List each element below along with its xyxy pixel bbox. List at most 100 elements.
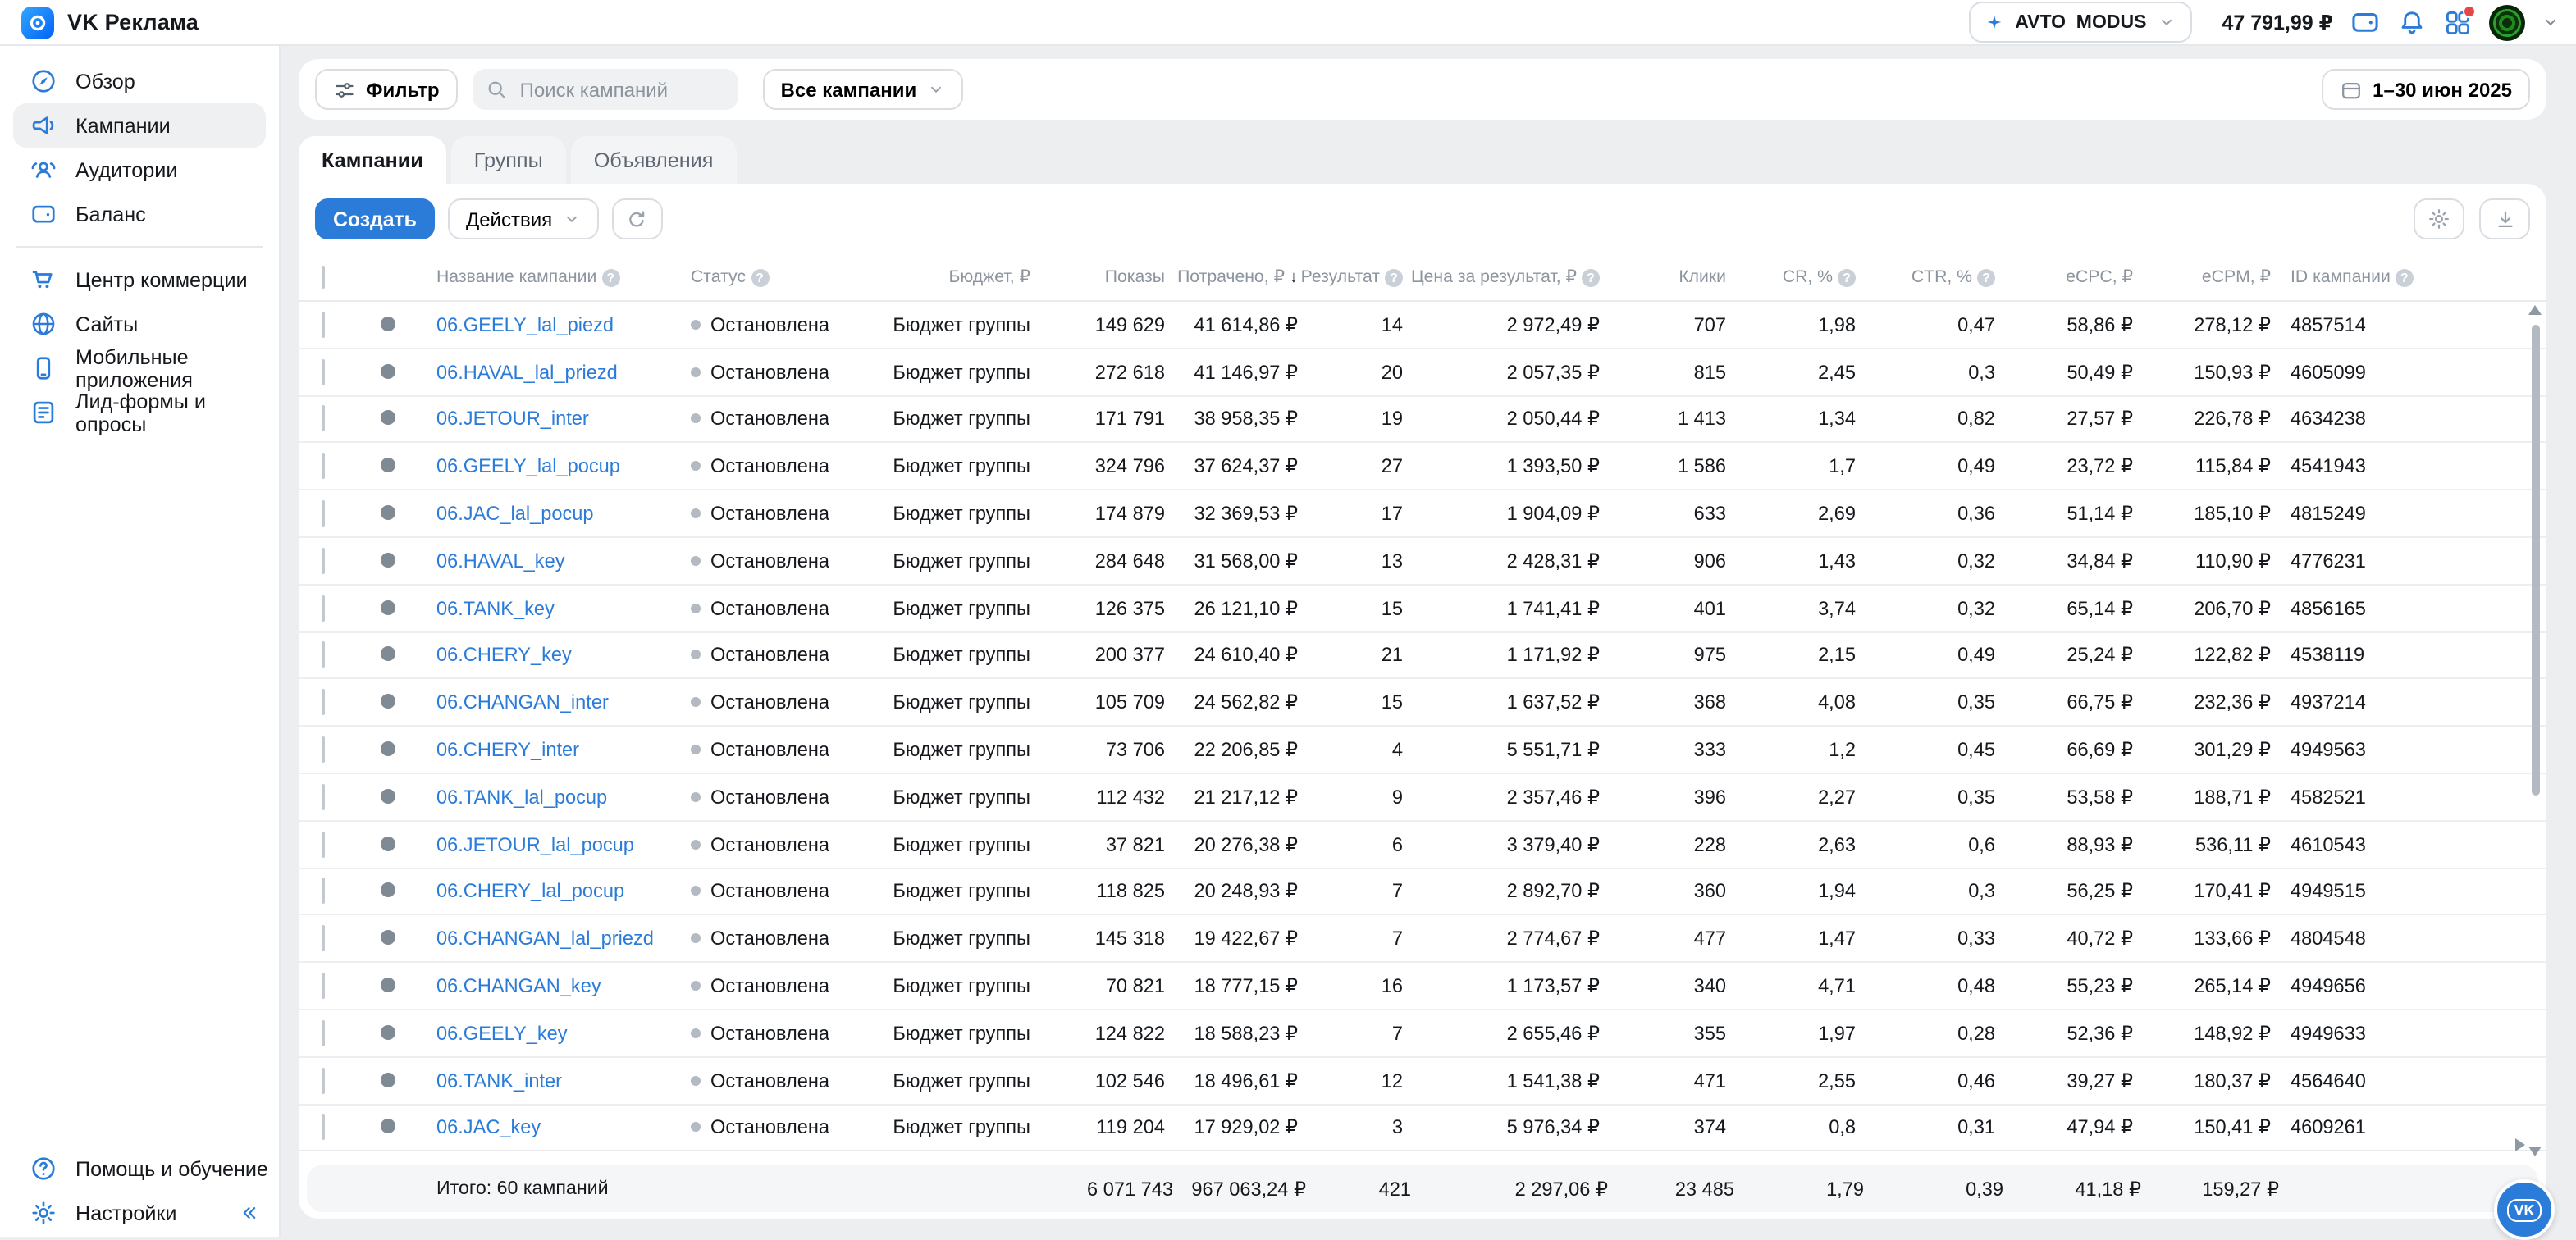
col-campaign-name[interactable]: Название кампании (436, 267, 596, 287)
row-checkbox[interactable] (322, 358, 325, 385)
info-icon[interactable]: ? (1385, 268, 1403, 286)
export-download-button[interactable] (2479, 198, 2530, 239)
row-checkbox[interactable] (322, 1067, 325, 1093)
info-icon[interactable]: ? (751, 268, 769, 286)
col-ecpc[interactable]: eCPC, ₽ (1995, 267, 2133, 287)
row-checkbox[interactable] (322, 878, 325, 905)
col-shows[interactable]: Показы (1030, 267, 1165, 287)
sidebar-item-sites[interactable]: Сайты (0, 302, 279, 346)
search-input[interactable] (517, 76, 725, 103)
collapse-sidebar-icon[interactable] (238, 1202, 259, 1224)
sidebar-item-overview[interactable]: Обзор (0, 59, 279, 103)
row-checkbox[interactable] (322, 926, 325, 952)
tab-groups[interactable]: Группы (451, 136, 566, 184)
campaign-name-link[interactable]: 06.TANK_key (436, 596, 555, 619)
row-checkbox[interactable] (322, 406, 325, 432)
campaign-name-link[interactable]: 06.CHANGAN_lal_priezd (436, 928, 654, 951)
row-checkbox[interactable] (322, 454, 325, 480)
col-budget[interactable]: Бюджет, ₽ (840, 267, 1030, 287)
account-selector[interactable]: AVTO_MODUS (1969, 2, 2192, 43)
col-ecpm[interactable]: eCPM, ₽ (2133, 267, 2271, 287)
profile-chevron-icon[interactable] (2542, 13, 2560, 31)
col-campaign-id[interactable]: ID кампании (2291, 267, 2391, 287)
row-checkbox[interactable] (322, 690, 325, 716)
col-spent[interactable]: Потрачено, ₽ (1177, 267, 1285, 287)
col-status[interactable]: Статус (691, 267, 746, 287)
campaign-name-link[interactable]: 06.HAVAL_key (436, 549, 565, 572)
campaign-name-link[interactable]: 06.CHANGAN_key (436, 974, 601, 997)
budget-cell: Бюджет группы (840, 360, 1030, 383)
filter-button[interactable]: Фильтр (315, 69, 458, 110)
select-all-checkbox[interactable] (322, 266, 325, 289)
campaign-scope-select[interactable]: Все кампании (763, 69, 963, 110)
info-icon[interactable]: ? (1838, 268, 1856, 286)
refresh-button[interactable] (611, 198, 662, 239)
info-icon[interactable]: ? (2396, 268, 2414, 286)
sidebar-item-lead-forms[interactable]: Лид-формы и опросы (0, 390, 279, 435)
create-button[interactable]: Создать (315, 198, 435, 239)
support-chat-bubble[interactable]: VK (2494, 1179, 2555, 1240)
campaign-name-link[interactable]: 06.JAC_key (436, 1116, 541, 1139)
actions-dropdown[interactable]: Действия (448, 198, 598, 239)
table-settings-button[interactable] (2414, 198, 2464, 239)
sidebar-item-help[interactable]: Помощь и обучение (0, 1147, 279, 1191)
bell-icon[interactable] (2397, 7, 2427, 37)
campaign-name-link[interactable]: 06.CHERY_inter (436, 738, 579, 761)
scroll-right-arrow[interactable] (2515, 1138, 2525, 1151)
sidebar-item-balance[interactable]: Баланс (0, 192, 279, 236)
campaign-name-link[interactable]: 06.GEELY_key (436, 1022, 568, 1045)
info-icon[interactable]: ? (1582, 268, 1600, 286)
row-checkbox[interactable] (322, 548, 325, 574)
ecpc-cell: 25,24 ₽ (1995, 644, 2133, 667)
date-range-picker[interactable]: 1–30 июн 2025 (2322, 69, 2530, 110)
campaign-name-link[interactable]: 06.TANK_lal_pocup (436, 786, 607, 809)
campaign-name-link[interactable]: 06.JETOUR_lal_pocup (436, 832, 634, 855)
campaign-name-link[interactable]: 06.JETOUR_inter (436, 408, 589, 431)
sidebar-item-campaigns[interactable]: Кампании (13, 103, 266, 148)
col-result[interactable]: Результат (1301, 267, 1380, 287)
spent-cell: 17 929,02 ₽ (1165, 1116, 1298, 1139)
vertical-scrollbar-thumb[interactable] (2532, 325, 2540, 796)
row-checkbox[interactable] (322, 642, 325, 668)
campaign-name-link[interactable]: 06.HAVAL_lal_priezd (436, 360, 618, 383)
col-ctr[interactable]: CTR, % (1911, 267, 1972, 287)
row-checkbox[interactable] (322, 312, 325, 338)
campaign-name-link[interactable]: 06.GEELY_lal_piezd (436, 313, 614, 336)
wallet-icon[interactable] (2350, 7, 2381, 38)
col-clicks[interactable]: Клики (1600, 267, 1726, 287)
row-checkbox[interactable] (322, 1020, 325, 1046)
info-icon[interactable]: ? (1977, 268, 1995, 286)
tab-campaigns[interactable]: Кампании (299, 136, 446, 184)
row-checkbox[interactable] (322, 736, 325, 763)
campaign-name-link[interactable]: 06.JAC_lal_pocup (436, 502, 594, 525)
apps-grid-icon[interactable] (2443, 7, 2473, 37)
row-checkbox[interactable] (322, 784, 325, 810)
col-cr[interactable]: CR, % (1783, 267, 1833, 287)
tab-ads[interactable]: Объявления (571, 136, 737, 184)
sort-desc-icon[interactable]: ↓ (1290, 268, 1298, 286)
scroll-down-arrow[interactable] (2528, 1147, 2542, 1156)
clicks-cell: 340 (1600, 974, 1726, 997)
scroll-up-arrow[interactable] (2528, 305, 2542, 315)
brand-logo[interactable]: VK Реклама (0, 6, 199, 39)
cr-cell: 2,63 (1726, 832, 1856, 855)
campaign-name-link[interactable]: 06.CHERY_key (436, 644, 572, 667)
info-icon[interactable]: ? (601, 268, 619, 286)
campaign-name-link[interactable]: 06.TANK_inter (436, 1069, 562, 1092)
row-checkbox[interactable] (322, 500, 325, 527)
row-checkbox[interactable] (322, 595, 325, 621)
campaign-name-link[interactable]: 06.CHANGAN_inter (436, 691, 609, 714)
sidebar-item-audiences[interactable]: Аудитории (0, 148, 279, 192)
row-checkbox[interactable] (322, 1115, 325, 1141)
row-checkbox[interactable] (322, 973, 325, 999)
row-checkbox[interactable] (322, 831, 325, 857)
ctr-cell: 0,47 (1856, 313, 1995, 336)
campaign-name-link[interactable]: 06.GEELY_lal_pocup (436, 455, 620, 478)
campaign-name-link[interactable]: 06.CHERY_lal_pocup (436, 880, 624, 903)
col-cost-per-result[interactable]: Цена за результат, ₽ (1411, 267, 1577, 287)
sidebar-item-mobile-apps[interactable]: Мобильные приложения (0, 346, 279, 390)
sidebar-item-commerce-center[interactable]: Центр коммерции (0, 258, 279, 302)
sidebar-item-settings[interactable]: Настройки (0, 1191, 279, 1235)
avatar[interactable] (2489, 4, 2525, 40)
spent-cell: 24 562,82 ₽ (1165, 691, 1298, 714)
